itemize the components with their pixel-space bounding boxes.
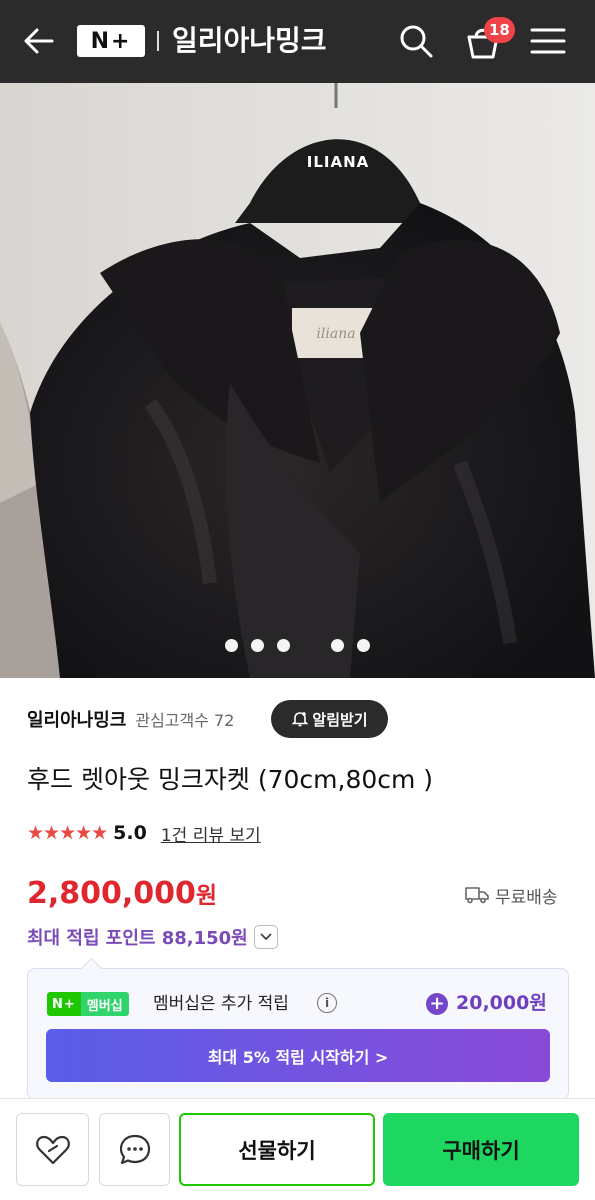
plus-circle-icon: + (426, 993, 448, 1015)
product-image[interactable]: ILIANA iliana (0, 83, 595, 678)
membership-start-button[interactable]: 최대 5% 적립 시작하기 > (46, 1029, 550, 1082)
store-name[interactable]: 일리아나밍크 (172, 22, 327, 60)
shipping-info: 무료배송 (465, 882, 558, 908)
info-icon[interactable]: i (317, 993, 337, 1013)
star-rating-icon: ★★★★★ (27, 822, 108, 844)
rating-row: ★★★★★ 5.0 1건 리뷰 보기 (27, 820, 261, 846)
heart-icon (35, 1135, 70, 1164)
price-number: 2,800,000 (27, 876, 196, 911)
hanger-brand-text: ILIANA (306, 153, 370, 171)
membership-amount: 20,000원 (456, 992, 547, 1014)
cart-count-badge: 18 (484, 17, 515, 43)
naver-plus-badge-logo: N+ (47, 992, 81, 1016)
price-unit: 원 (195, 883, 218, 909)
chevron-down-icon[interactable] (253, 925, 278, 949)
seller-row: 일리아나밍크 관심고객수 72 (27, 699, 234, 739)
pagination-dot[interactable] (251, 639, 264, 652)
back-arrow-icon[interactable] (22, 24, 56, 58)
bell-plus-icon (291, 712, 309, 727)
talk-button[interactable] (99, 1113, 170, 1186)
naver-plus-logo[interactable]: N+ (77, 25, 145, 57)
truck-icon (465, 887, 489, 904)
membership-text: 멤버십은 추가 적립 (153, 994, 289, 1014)
review-link[interactable]: 1건 리뷰 보기 (161, 821, 261, 846)
product-title: 후드 렛아웃 밍크자켓 (70cm,80cm ) (27, 765, 434, 794)
follower-count: 관심고객수 72 (135, 711, 235, 730)
header-divider (157, 31, 159, 51)
top-header: N+ 일리아나밍크 18 (0, 0, 595, 83)
membership-badge-label: 멤버십 (80, 992, 129, 1016)
shipping-label: 무료배송 (495, 887, 558, 908)
pagination-dot[interactable] (331, 639, 344, 652)
pagination-dot[interactable] (277, 639, 290, 652)
image-pagination (0, 639, 595, 655)
pagination-dot[interactable] (357, 639, 370, 652)
like-button[interactable] (16, 1113, 89, 1186)
alarm-button-label: 알림받기 (312, 710, 368, 729)
garment-label-text: iliana (316, 326, 356, 342)
max-points-text: 최대 적립 포인트 88,150원 (27, 928, 248, 949)
pagination-dot[interactable] (225, 639, 238, 652)
seller-name[interactable]: 일리아나밍크 (27, 706, 126, 732)
membership-badge: N+ 멤버십 (47, 992, 129, 1016)
membership-box: N+ 멤버십 멤버십은 추가 적립 i + 20,000원 최대 5% 적립 시… (27, 968, 569, 1100)
product-price: 2,800,000원 (27, 874, 217, 916)
search-icon[interactable] (398, 23, 434, 59)
chat-bubble-icon (119, 1134, 150, 1164)
alarm-button[interactable]: 알림받기 (271, 700, 388, 738)
max-points-row[interactable]: 최대 적립 포인트 88,150원 (27, 922, 278, 952)
bottom-action-bar: 선물하기 구매하기 (0, 1098, 595, 1200)
buy-button[interactable]: 구매하기 (383, 1113, 579, 1186)
gift-button[interactable]: 선물하기 (179, 1113, 375, 1186)
menu-icon[interactable] (530, 26, 566, 56)
rating-score: 5.0 (113, 822, 147, 844)
